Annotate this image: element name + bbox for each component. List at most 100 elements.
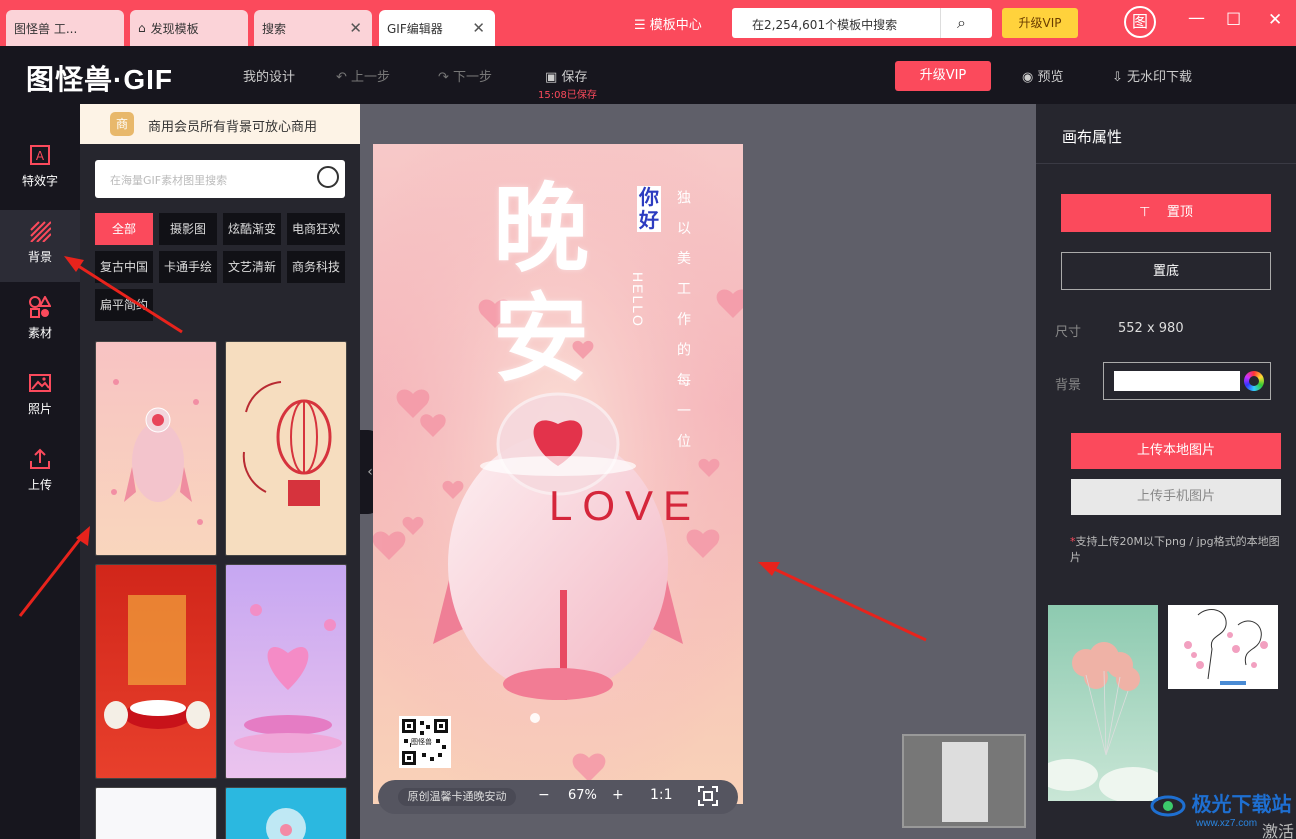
chip-artsy[interactable]: 文艺清新	[223, 251, 281, 283]
upload-local-image-button[interactable]: 上传本地图片	[1071, 433, 1281, 469]
uploaded-image-thumbnail[interactable]	[1168, 605, 1278, 689]
background-color-picker[interactable]	[1103, 362, 1271, 400]
upgrade-vip-top-button[interactable]: 升级VIP	[1002, 8, 1078, 38]
undo-button[interactable]: ↶ 上一步	[336, 66, 390, 85]
upload-phone-image-button[interactable]: 上传手机图片	[1071, 479, 1281, 515]
actual-size-button[interactable]: 1:1	[650, 787, 673, 803]
chip-photography[interactable]: 摄影图	[159, 213, 217, 245]
download-label: 无水印下载	[1127, 70, 1193, 85]
bring-to-top-label: 置顶	[1166, 205, 1193, 220]
close-icon[interactable]: ✕	[349, 19, 362, 37]
chip-all[interactable]: 全部	[95, 213, 153, 245]
chip-cool-gradient[interactable]: 炫酷渐变	[223, 213, 281, 245]
saved-status: 15:08已保存	[538, 90, 597, 101]
background-thumbnail[interactable]	[95, 564, 217, 779]
upload-icon	[28, 448, 52, 472]
search-placeholder[interactable]: 在海量GIF素材图里搜索	[110, 172, 227, 188]
redo-label: 下一步	[453, 70, 493, 85]
background-thumbnail[interactable]	[225, 564, 347, 779]
search-placeholder[interactable]: 在2,254,601个模板中搜索	[752, 16, 897, 33]
upgrade-vip-button[interactable]: 升级VIP	[895, 61, 991, 91]
divider	[940, 8, 941, 38]
upload-note: *支持上传20M以下png / jpg格式的本地图片	[1070, 535, 1280, 564]
tab-label: 搜索	[262, 21, 287, 36]
template-center-label: 模板中心	[649, 18, 702, 33]
upload-note-text: 支持上传20M以下png / jpg格式的本地图片	[1070, 535, 1280, 564]
nav-label: 素材	[27, 326, 52, 340]
minimap-viewport[interactable]	[942, 742, 988, 822]
tab-gif-editor[interactable]: GIF编辑器 ✕	[379, 10, 495, 46]
send-to-bottom-button[interactable]: 置底	[1061, 252, 1271, 290]
nav-upload[interactable]: 上传	[0, 438, 80, 510]
tab-label: 发现模板	[150, 21, 199, 36]
poster-qr-code[interactable]: 图怪兽	[399, 716, 451, 768]
template-search-box[interactable]: 在2,254,601个模板中搜索 ⌕	[732, 8, 992, 38]
save-icon: ▣	[545, 70, 558, 85]
maximize-icon[interactable]: ☐	[1226, 10, 1241, 30]
nav-label: 照片	[27, 402, 52, 416]
zoom-level: 67%	[568, 788, 597, 803]
close-window-icon[interactable]: ✕	[1268, 10, 1282, 30]
template-name: 原创温馨卡通晚安动	[398, 788, 516, 806]
poster-greeting[interactable]: 你好	[637, 186, 661, 232]
template-center-button[interactable]: ☰ 模板中心	[634, 14, 702, 33]
my-designs-button[interactable]: 我的设计	[243, 66, 295, 85]
poster-hello[interactable]: HELLO	[630, 272, 646, 328]
nav-materials[interactable]: 素材	[0, 286, 80, 358]
arrow-up-icon: ⊤	[1139, 205, 1151, 220]
material-search-input[interactable]: 在海量GIF素材图里搜索	[95, 160, 345, 198]
poster-love-text[interactable]: LOVE	[549, 482, 701, 530]
bring-to-top-button[interactable]: ⊤ 置顶	[1061, 194, 1271, 232]
poster-title[interactable]: 晚安	[493, 174, 589, 394]
chip-retro-chinese[interactable]: 复古中国	[95, 251, 153, 283]
poster-vertical-text[interactable]: 独 以 美 工 作 的 每 一 位	[673, 190, 693, 454]
fit-screen-icon[interactable]	[698, 786, 718, 810]
activate-windows-text: 激活	[1262, 822, 1295, 839]
tab-home[interactable]: 图怪兽 工...	[6, 10, 124, 46]
editor-toolbar: 图怪兽·GIF 我的设计 ↶ 上一步 ↷ 下一步 ▣ 保存 15:08已保存 升…	[0, 46, 1296, 104]
background-thumbnail[interactable]	[225, 787, 347, 839]
color-swatch[interactable]	[1114, 371, 1240, 391]
background-panel: 商 商用会员所有背景可放心商用 在海量GIF素材图里搜索 全部 摄影图 炫酷渐变…	[80, 104, 360, 839]
chip-flat-minimal[interactable]: 扁平简约	[95, 289, 153, 321]
chip-business-tech[interactable]: 商务科技	[287, 251, 345, 283]
zoom-out-button[interactable]: −	[538, 787, 550, 803]
uploaded-image-thumbnail[interactable]	[1048, 605, 1158, 801]
tab-label: GIF编辑器	[387, 21, 443, 36]
close-icon[interactable]: ✕	[472, 19, 485, 37]
undo-label: 上一步	[351, 70, 391, 85]
user-avatar[interactable]: 图	[1124, 6, 1156, 38]
canvas-minimap[interactable]	[902, 734, 1026, 828]
commercial-promo-banner[interactable]: 商 商用会员所有背景可放心商用	[80, 104, 360, 144]
size-value: 552 x 980	[1118, 321, 1184, 336]
background-thumbnail[interactable]	[95, 341, 217, 556]
brand-logo: 图怪兽·GIF	[26, 64, 173, 95]
save-label: 保存	[561, 70, 588, 85]
download-button[interactable]: ⇩ 无水印下载	[1112, 66, 1192, 85]
minimize-icon[interactable]: —	[1188, 8, 1205, 28]
preview-button[interactable]: ◉ 预览	[1022, 66, 1064, 85]
canvas-properties-panel: 画布属性 ⊤ 置顶 置底 尺寸 552 x 980 背景 上传本地图片 上传手机…	[1036, 104, 1296, 839]
tab-discover-templates[interactable]: ⌂ 发现模板	[130, 10, 248, 46]
divider	[1036, 163, 1296, 164]
redo-button[interactable]: ↷ 下一步	[438, 66, 492, 85]
chevron-left-icon: ‹	[367, 464, 373, 480]
background-thumbnail[interactable]	[225, 341, 347, 556]
color-wheel-icon[interactable]	[1244, 371, 1264, 391]
chip-ecommerce[interactable]: 电商狂欢	[287, 213, 345, 245]
canvas-poster[interactable]: 晚安 你好 HELLO 独 以 美 工 作 的 每 一 位 LOVE 图怪兽	[373, 144, 743, 804]
chip-cartoon[interactable]: 卡通手绘	[159, 251, 217, 283]
svg-text:A: A	[36, 149, 45, 163]
nav-photos[interactable]: 照片	[0, 362, 80, 434]
save-button[interactable]: ▣ 保存	[545, 66, 587, 85]
search-icon[interactable]: ⌕	[957, 13, 966, 33]
photo-icon	[28, 372, 52, 396]
title-bar: 图怪兽 工... ⌂ 发现模板 搜索 ✕ GIF编辑器 ✕ ☰ 模板中心 在2,…	[0, 0, 1296, 46]
nav-text-effects[interactable]: A 特效字	[0, 134, 80, 206]
search-icon[interactable]	[317, 166, 339, 188]
zoom-in-button[interactable]: +	[612, 787, 624, 803]
left-nav: A 特效字 背景 素材 照片 上传	[0, 104, 80, 839]
nav-background[interactable]: 背景	[0, 210, 80, 282]
tab-search[interactable]: 搜索 ✕	[254, 10, 372, 46]
background-thumbnail[interactable]	[95, 787, 217, 839]
